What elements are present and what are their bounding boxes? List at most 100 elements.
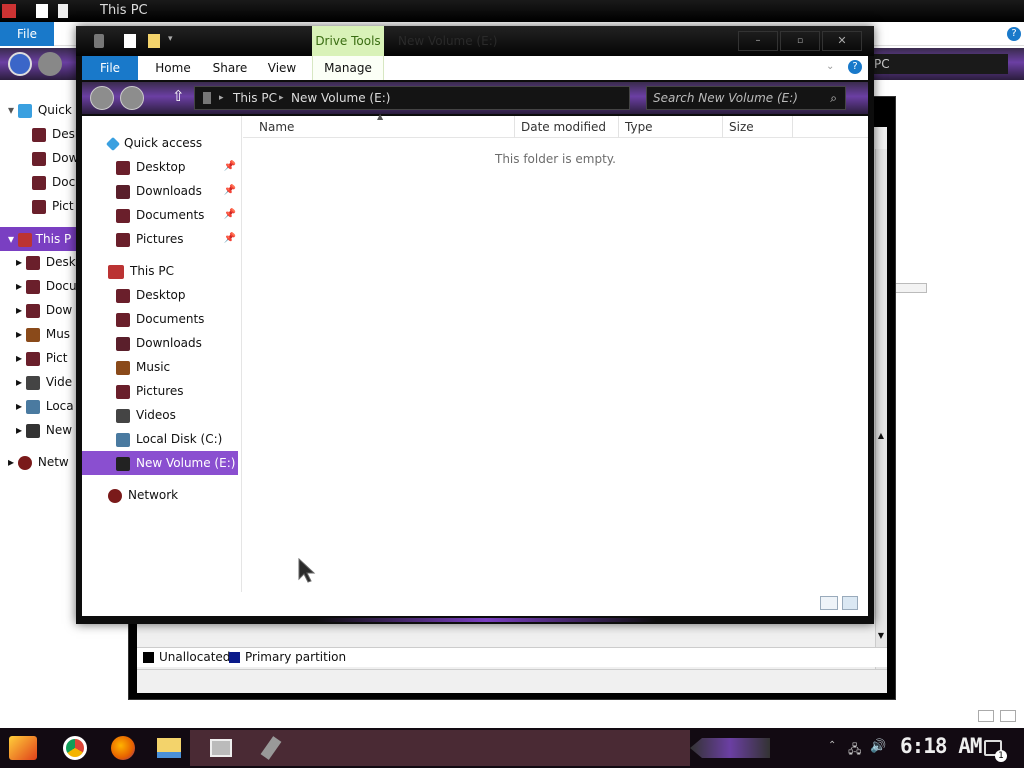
- address-field[interactable]: ▸ This PC ▸ New Volume (E:): [194, 86, 630, 110]
- pin-icon[interactable]: 📌: [224, 155, 236, 179]
- nav-item-desktop[interactable]: Desktop: [136, 160, 186, 174]
- back-icon[interactable]: [90, 86, 114, 110]
- videos-icon: [25, 375, 40, 390]
- firefox-icon[interactable]: [106, 733, 140, 763]
- window-glow: [316, 618, 656, 622]
- drive-icon: [25, 423, 40, 438]
- properties-icon[interactable]: [124, 34, 136, 48]
- disk-legend: Unallocated Primary partition: [137, 647, 887, 667]
- nav-item-pc-pictures[interactable]: Pictures: [136, 384, 184, 398]
- maximize-button[interactable]: ▫: [780, 31, 820, 51]
- close-button[interactable]: ✕: [822, 31, 862, 51]
- minimize-button[interactable]: –: [738, 31, 778, 51]
- nav-item-music[interactable]: Music: [136, 360, 170, 374]
- usb-drive-icon[interactable]: [254, 733, 288, 763]
- properties-icon[interactable]: [36, 4, 48, 18]
- search-input[interactable]: Search New Volume (E:) ⌕: [646, 86, 846, 110]
- tab-share[interactable]: Share: [204, 56, 256, 80]
- bg-nav-item[interactable]: Mus: [46, 327, 70, 341]
- bg-file-tab[interactable]: File: [0, 22, 54, 46]
- nav-item-local-disk[interactable]: Local Disk (C:): [136, 432, 222, 446]
- tab-home[interactable]: Home: [148, 56, 198, 80]
- nav-item-pictures[interactable]: Pictures: [136, 232, 184, 246]
- pictures-icon: [116, 232, 130, 247]
- up-arrow-icon[interactable]: ⇧: [172, 87, 185, 105]
- volume-icon[interactable]: 🔊: [870, 739, 886, 754]
- taskbar-clock[interactable]: 6:18 AM: [900, 734, 983, 758]
- breadcrumb-new-volume[interactable]: New Volume (E:): [291, 87, 390, 109]
- column-date-modified[interactable]: Date modified: [515, 116, 619, 138]
- bg-nav-item[interactable]: Pict: [46, 351, 68, 365]
- scroll-up-arrow[interactable]: ▲: [875, 431, 887, 443]
- bg-nav-item[interactable]: New: [46, 423, 72, 437]
- bg-nav-item[interactable]: Dow: [52, 151, 78, 165]
- network-tray-icon[interactable]: 🖧: [848, 740, 861, 761]
- details-view-icon[interactable]: [978, 710, 994, 722]
- nav-item-new-volume-selected[interactable]: New Volume (E:): [82, 451, 238, 475]
- pin-icon[interactable]: 📌: [224, 227, 236, 251]
- column-type[interactable]: Type: [619, 116, 723, 138]
- chrome-icon[interactable]: [58, 733, 92, 763]
- bg-nav-item[interactable]: Loca: [46, 399, 74, 413]
- network-icon: [108, 488, 122, 503]
- drive-tools-label: Drive Tools: [312, 26, 384, 56]
- scrollbar[interactable]: [875, 149, 887, 677]
- nav-item-pc-documents[interactable]: Documents: [136, 312, 204, 326]
- help-icon[interactable]: ?: [848, 60, 862, 74]
- help-icon[interactable]: ?: [1007, 27, 1021, 41]
- disk-management-icon[interactable]: [204, 733, 238, 763]
- nav-item-documents[interactable]: Documents: [136, 208, 204, 222]
- primary-partition-swatch: [229, 652, 240, 663]
- nav-this-pc[interactable]: This PC: [130, 264, 174, 278]
- column-size[interactable]: Size: [723, 116, 793, 138]
- bg-nav-quick-access[interactable]: Quick: [38, 103, 72, 117]
- legend-primary-partition: Primary partition: [245, 650, 347, 664]
- tiles-view-icon[interactable]: [1000, 710, 1016, 722]
- file-explorer-icon[interactable]: [152, 733, 186, 763]
- forward-icon[interactable]: [120, 86, 144, 110]
- start-button[interactable]: [6, 733, 40, 763]
- search-icon[interactable]: ⌕: [830, 87, 837, 109]
- large-icons-view-icon[interactable]: [842, 596, 858, 610]
- nav-quick-access[interactable]: Quick access: [124, 136, 202, 150]
- nav-item-downloads[interactable]: Downloads: [136, 184, 202, 198]
- breadcrumb-this-pc[interactable]: This PC: [233, 87, 277, 109]
- pictures-icon: [32, 199, 46, 214]
- bg-nav-item[interactable]: Docu: [46, 279, 77, 293]
- explorer-titlebar[interactable]: ▾ Drive Tools New Volume (E:) – ▫ ✕: [76, 26, 874, 56]
- new-folder-icon[interactable]: [148, 34, 160, 48]
- bg-nav-item[interactable]: Dow: [46, 303, 72, 317]
- nav-item-pc-desktop[interactable]: Desktop: [136, 288, 186, 302]
- pin-icon[interactable]: 📌: [224, 203, 236, 227]
- scroll-down-arrow[interactable]: ▼: [875, 631, 887, 643]
- bg-nav-item[interactable]: Desk: [46, 255, 76, 269]
- details-view-icon[interactable]: [820, 596, 838, 610]
- tab-manage[interactable]: Manage: [312, 56, 384, 80]
- new-folder-icon[interactable]: [58, 4, 68, 18]
- back-icon[interactable]: [8, 52, 32, 76]
- tab-file[interactable]: File: [82, 56, 138, 80]
- music-icon: [116, 360, 130, 375]
- bg-search-input[interactable]: PC: [868, 54, 1008, 74]
- chevron-down-icon[interactable]: ▾: [168, 34, 173, 44]
- bg-nav-item[interactable]: Pict: [52, 199, 74, 213]
- pin-icon[interactable]: 📌: [224, 179, 236, 203]
- bg-titlebar[interactable]: This PC: [0, 0, 1024, 22]
- nav-item-pc-downloads[interactable]: Downloads: [136, 336, 202, 350]
- computer-icon: [108, 264, 124, 279]
- nav-item-videos[interactable]: Videos: [136, 408, 176, 422]
- desktop-icon: [32, 127, 46, 142]
- bg-nav-network[interactable]: Netw: [38, 455, 69, 469]
- ribbon-expand-icon[interactable]: ⌄: [826, 61, 834, 72]
- nav-network[interactable]: Network: [128, 488, 178, 502]
- bg-nav-item[interactable]: Doc: [52, 175, 75, 189]
- bg-nav-this-pc[interactable]: ▾ This P: [0, 227, 80, 251]
- tray-chevron-up-icon[interactable]: ⌃: [828, 740, 836, 751]
- legend-unallocated: Unallocated: [159, 650, 231, 664]
- forward-icon[interactable]: [38, 52, 62, 76]
- desktop-icon: [116, 288, 130, 303]
- bg-nav-item[interactable]: Vide: [46, 375, 72, 389]
- tab-view[interactable]: View: [260, 56, 304, 80]
- mouse-cursor-icon: [298, 558, 316, 583]
- status-bar: [137, 669, 887, 693]
